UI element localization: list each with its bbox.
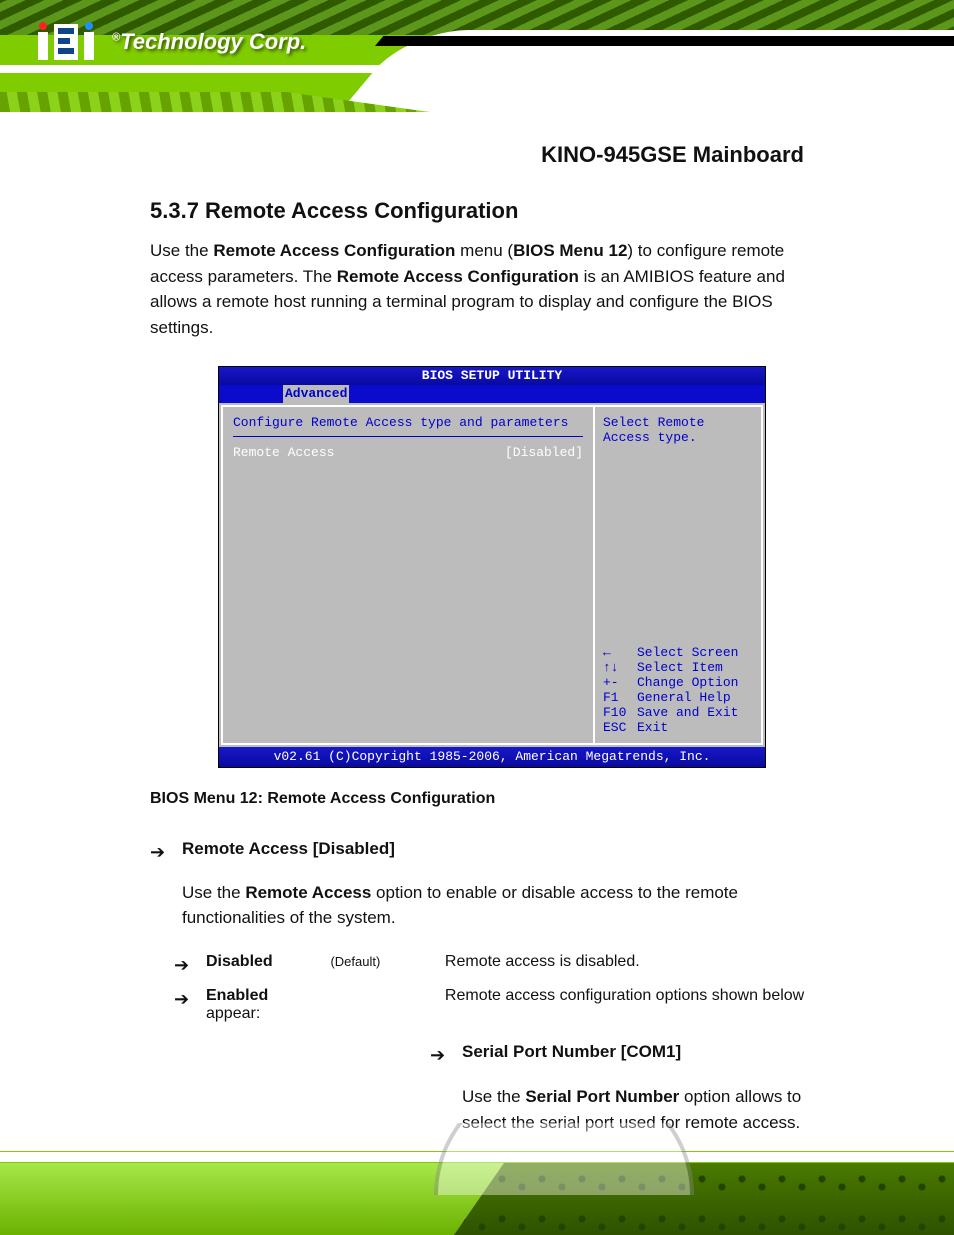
intro-mid1: menu ( bbox=[455, 241, 513, 260]
bios-setting-row[interactable]: Remote Access [Disabled] bbox=[233, 445, 583, 460]
bios-left-pane: Configure Remote Access type and paramet… bbox=[221, 405, 593, 745]
intro-menu-ref: Remote Access Configuration bbox=[213, 241, 455, 260]
brand-logo-block: ®Technology Corp. bbox=[36, 22, 306, 62]
intro-pre: Use the bbox=[150, 241, 213, 260]
section-heading: 5.3.7 Remote Access Configuration bbox=[150, 198, 834, 224]
bios-key-desc: Exit bbox=[637, 720, 668, 735]
bios-key: ← bbox=[603, 645, 637, 660]
intro-paragraph: Use the Remote Access Configuration menu… bbox=[150, 238, 834, 340]
bios-key: ↑↓ bbox=[603, 660, 637, 675]
bios-left-heading: Configure Remote Access type and paramet… bbox=[233, 415, 583, 430]
bios-body: Configure Remote Access type and paramet… bbox=[219, 403, 765, 747]
header-swoosh bbox=[340, 30, 954, 112]
bios-key-desc: Select Item bbox=[637, 660, 723, 675]
option-body: Use the Remote Access option to enable o… bbox=[182, 880, 834, 931]
bios-key-item: ↑↓Select Item bbox=[603, 660, 753, 675]
bios-key-desc: Save and Exit bbox=[637, 705, 738, 720]
arrow-icon: ➔ bbox=[150, 839, 165, 866]
registered-mark: ® bbox=[112, 32, 120, 44]
header-banner: ®Technology Corp. bbox=[0, 0, 954, 112]
bios-key-item: +-Change Option bbox=[603, 675, 753, 690]
bios-screenshot: BIOS SETUP UTILITY Advanced Configure Re… bbox=[218, 366, 766, 768]
bios-key-desc: Select Screen bbox=[637, 645, 738, 660]
brand-text: ®Technology Corp. bbox=[112, 29, 306, 55]
intro-fig-ref: BIOS Menu 12 bbox=[513, 241, 627, 260]
brand-name: Technology Corp. bbox=[120, 29, 306, 54]
figure-caption: BIOS Menu 12: Remote Access Configuratio… bbox=[150, 790, 834, 808]
bios-key: F1 bbox=[603, 690, 637, 705]
option-block: ➔ Remote Access [Disabled] Use the Remot… bbox=[150, 836, 834, 931]
bios-key-item: F1General Help bbox=[603, 690, 753, 705]
serial-port-block: ➔ Serial Port Number [COM1] bbox=[430, 1039, 834, 1065]
page-content: KINO-945GSE Mainboard 5.3.7 Remote Acces… bbox=[0, 112, 954, 1135]
option-body-pre: Use the bbox=[182, 883, 245, 902]
intro-menu-ref2: Remote Access Configuration bbox=[337, 267, 579, 286]
option-value-row: ➔ Enabled Remote access configuration op… bbox=[150, 987, 834, 1023]
option-body-bold: Remote Access bbox=[245, 883, 371, 902]
option-value-label: Disabled bbox=[206, 953, 326, 971]
option-value-row: ➔ Disabled (Default) Remote access is di… bbox=[150, 953, 834, 971]
bios-title-bar: BIOS SETUP UTILITY bbox=[219, 367, 765, 385]
bios-key-desc: Change Option bbox=[637, 675, 738, 690]
option-value-label: Enabled bbox=[206, 987, 326, 1005]
bios-key-list: ←Select Screen ↑↓Select Item +-Change Op… bbox=[603, 645, 753, 735]
bios-key-item: F10Save and Exit bbox=[603, 705, 753, 720]
bios-footer: v02.61 (C)Copyright 1985-2006, American … bbox=[219, 747, 765, 767]
bios-key-item: ←Select Screen bbox=[603, 645, 753, 660]
bios-key-desc: General Help bbox=[637, 690, 731, 705]
iei-logo-icon bbox=[36, 22, 100, 62]
bios-active-tab[interactable]: Advanced bbox=[283, 385, 349, 403]
footer-banner bbox=[0, 1115, 954, 1235]
footer-curve bbox=[434, 1115, 694, 1195]
arrow-icon: ➔ bbox=[430, 1042, 445, 1069]
arrow-icon: ➔ bbox=[174, 955, 189, 976]
arrow-icon: ➔ bbox=[174, 989, 189, 1010]
bios-menu-bar: Advanced bbox=[219, 385, 765, 403]
bios-key-item: ESCExit bbox=[603, 720, 753, 735]
bios-right-pane: Select Remote Access type. ←Select Scree… bbox=[593, 405, 763, 745]
bios-setting-label: Remote Access bbox=[233, 445, 505, 460]
option-value-tag: (Default) bbox=[330, 954, 440, 969]
serial-port-heading: Serial Port Number [COM1] bbox=[462, 1039, 834, 1065]
bios-key: +- bbox=[603, 675, 637, 690]
serial-port-pre: Use the bbox=[462, 1087, 525, 1106]
bios-key: F10 bbox=[603, 705, 637, 720]
bios-divider bbox=[233, 436, 583, 437]
product-title: KINO-945GSE Mainboard bbox=[150, 142, 804, 168]
bios-key: ESC bbox=[603, 720, 637, 735]
option-heading: Remote Access [Disabled] bbox=[182, 836, 834, 862]
bios-setting-value: [Disabled] bbox=[505, 445, 583, 460]
serial-port-bold: Serial Port Number bbox=[525, 1087, 679, 1106]
option-value-desc: Remote access is disabled. bbox=[445, 953, 640, 970]
bios-help-text: Select Remote Access type. bbox=[603, 415, 753, 445]
